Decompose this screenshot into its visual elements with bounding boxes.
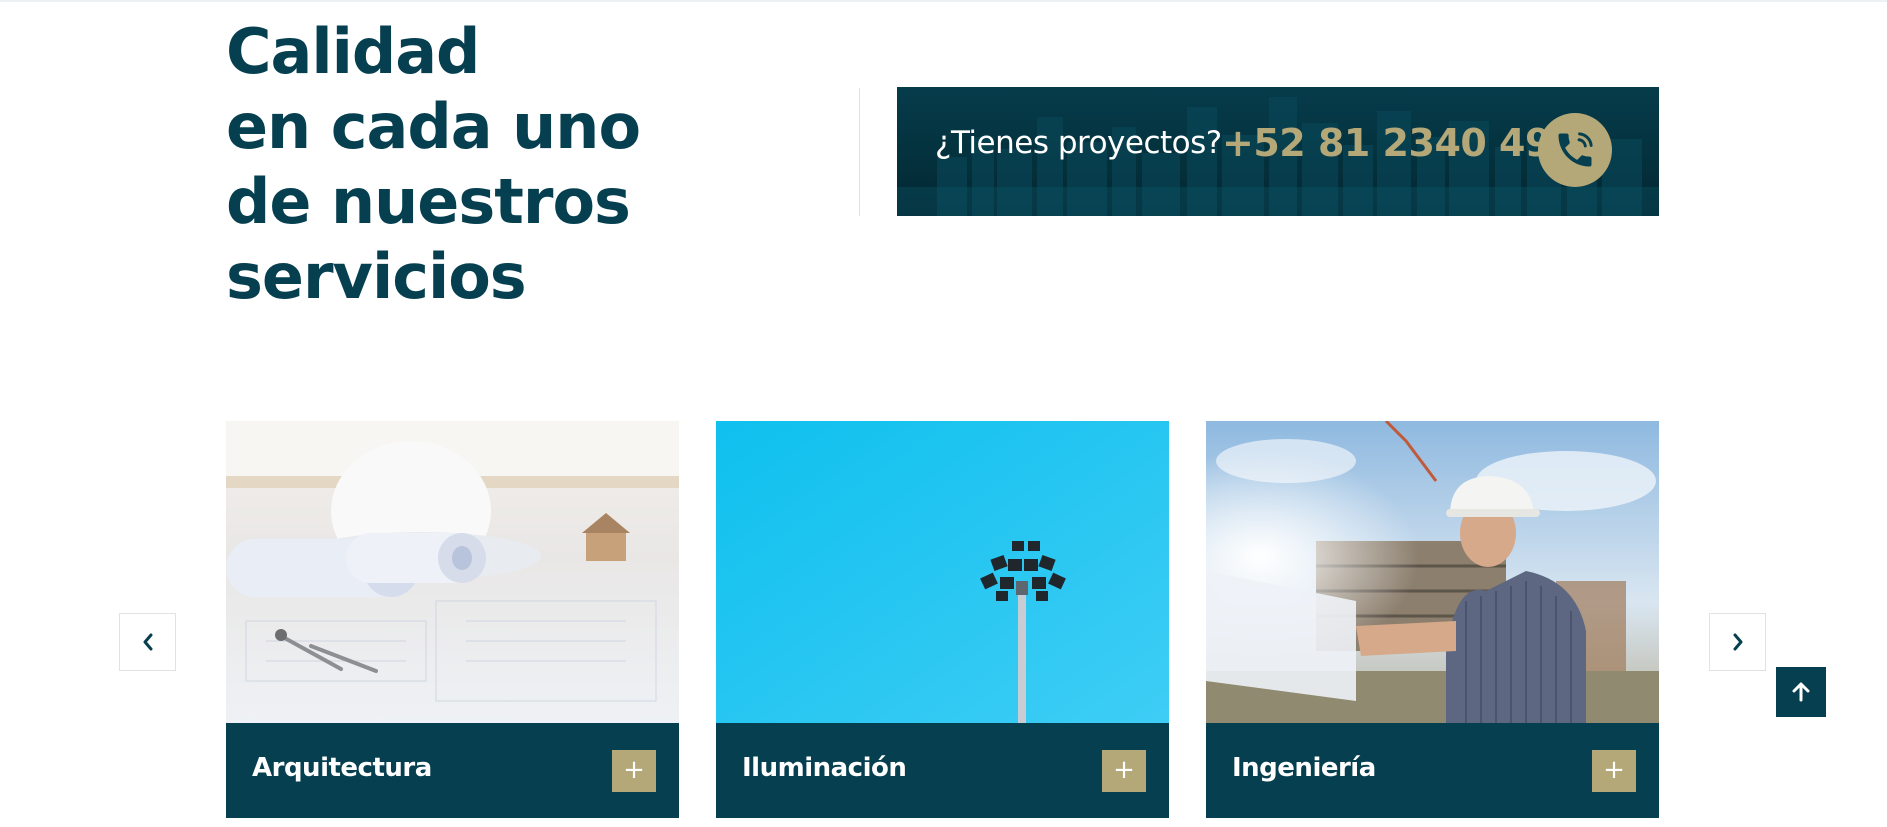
phone-icon-glyph — [1558, 132, 1593, 167]
headline-line: Calidad — [226, 15, 480, 88]
chevron-left-icon — [143, 633, 152, 651]
plus-button[interactable]: + — [1102, 750, 1146, 792]
cta-question: ¿Tienes proyectos? — [935, 125, 1222, 161]
headline-line: servicios — [226, 240, 527, 313]
scroll-to-top-button[interactable] — [1776, 667, 1826, 717]
phone-icon[interactable] — [1538, 113, 1612, 187]
headline-line: en cada uno — [226, 90, 641, 163]
service-card-iluminacion[interactable]: Iluminación + — [716, 421, 1169, 818]
blueprints-helmet-image — [226, 421, 679, 723]
carousel-prev-button[interactable] — [119, 613, 176, 671]
section-headline: Calidad en cada uno de nuestros servicio… — [226, 14, 786, 314]
top-border — [0, 0, 1887, 2]
service-title: Ingeniería — [1232, 753, 1376, 783]
headline-line: de nuestros — [226, 165, 631, 238]
plus-button[interactable]: + — [612, 750, 656, 792]
engineer-site-image — [1206, 421, 1659, 723]
service-card-arquitectura[interactable]: Arquitectura + — [226, 421, 679, 818]
service-image-iluminacion — [716, 421, 1169, 723]
service-card-footer: Ingeniería + — [1206, 723, 1659, 818]
arrow-up-icon — [1792, 682, 1810, 702]
service-image-ingenieria — [1206, 421, 1659, 723]
vertical-divider — [859, 88, 860, 216]
service-card-ingenieria[interactable]: Ingeniería + — [1206, 421, 1659, 818]
phone-cta-banner[interactable]: ¿Tienes proyectos? +52 81 2340 4908 — [897, 87, 1659, 216]
service-card-footer: Iluminación + — [716, 723, 1169, 818]
carousel-next-button[interactable] — [1709, 613, 1766, 671]
service-card-footer: Arquitectura + — [226, 723, 679, 818]
service-title: Arquitectura — [252, 753, 432, 783]
chevron-right-icon — [1733, 633, 1742, 651]
plus-button[interactable]: + — [1592, 750, 1636, 792]
service-image-arquitectura — [226, 421, 679, 723]
service-title: Iluminación — [742, 753, 907, 783]
light-tower-image — [716, 421, 1169, 723]
